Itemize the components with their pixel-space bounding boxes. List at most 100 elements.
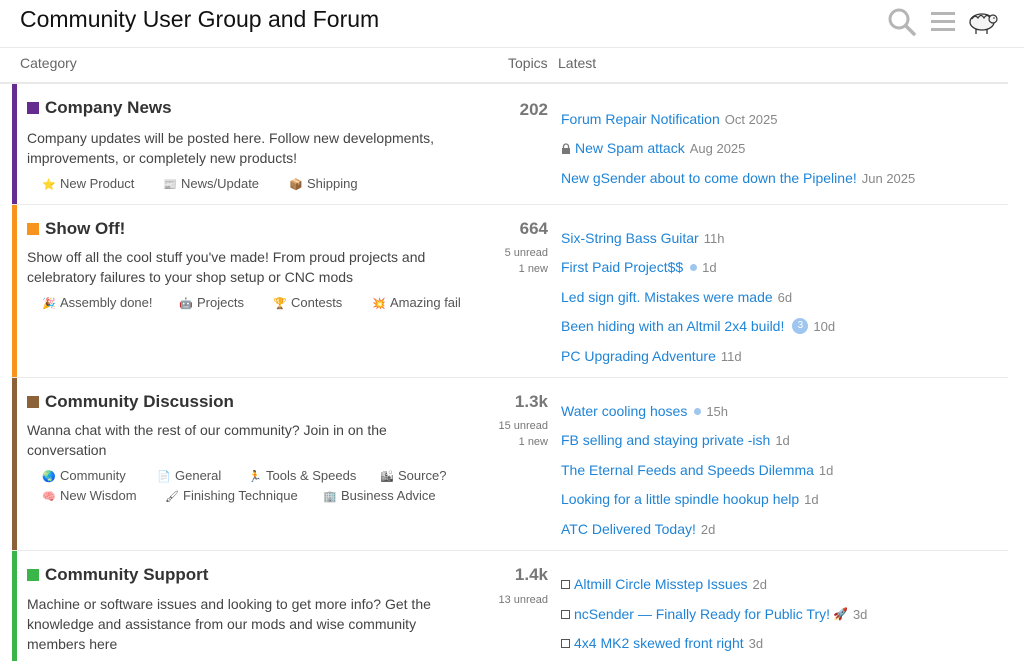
site-title[interactable]: Community User Group and Forum bbox=[20, 6, 379, 33]
unread-count[interactable]: 5 unread bbox=[12, 247, 548, 259]
latest-topic[interactable]: Been hiding with an Altmil 2x4 build! 3 … bbox=[561, 318, 835, 334]
latest-topic-title[interactable]: The Eternal Feeds and Speeds Dilemma bbox=[561, 462, 814, 478]
subcategory-link[interactable]: 🏃 Tools & Speeds bbox=[248, 468, 356, 483]
latest-topic-age: 11h bbox=[703, 230, 725, 246]
latest-topic[interactable]: New gSender about to come down the Pipel… bbox=[561, 170, 915, 186]
unread-count[interactable]: 15 unread bbox=[12, 420, 548, 432]
topic-count: 1.4k bbox=[514, 565, 548, 584]
newspaper-icon: 📰 bbox=[163, 179, 177, 191]
latest-topic[interactable]: FB selling and staying private -ish 1d bbox=[561, 432, 790, 448]
category-table-header: Category Topics Latest bbox=[0, 48, 1008, 84]
topic-count: 664 bbox=[519, 219, 548, 238]
new-count[interactable]: 1 new bbox=[12, 436, 548, 448]
latest-topic[interactable]: 4x4 MK2 skewed front right 3d bbox=[561, 635, 763, 651]
subcategory-link[interactable]: 🏙 Source? bbox=[380, 468, 446, 483]
latest-topic-title[interactable]: Looking for a little spindle hookup help bbox=[561, 491, 799, 507]
unread-count[interactable]: 13 unread bbox=[12, 594, 548, 606]
subcategory-link[interactable]: 📦 Shipping bbox=[289, 176, 358, 191]
category-row-community-support: Community Support Machine or software is… bbox=[12, 551, 1008, 661]
subcategory-link[interactable]: 🏢 Business Advice bbox=[323, 488, 436, 503]
latest-topic-age: 1d bbox=[818, 462, 834, 478]
brain-icon: 🧠 bbox=[42, 491, 56, 503]
latest-topic[interactable]: First Paid Project$$ 1d bbox=[561, 259, 717, 275]
latest-topic-age: 1d bbox=[804, 491, 819, 507]
latest-topic-title[interactable]: ATC Delivered Today! bbox=[561, 521, 696, 537]
subcategory-link[interactable]: 🤖 Projects bbox=[179, 295, 244, 310]
category-row-show-off: Show Off! Show off all the cool stuff yo… bbox=[12, 205, 1008, 378]
latest-topic[interactable]: Water cooling hoses 15h bbox=[561, 403, 728, 419]
latest-topic-title[interactable]: Six-String Bass Guitar bbox=[561, 230, 699, 246]
new-topic-dot bbox=[690, 263, 698, 271]
avatar-icon[interactable] bbox=[966, 7, 1000, 37]
site-header: Community User Group and Forum bbox=[0, 0, 1024, 48]
subcategory-link[interactable]: 📰 News/Update bbox=[163, 176, 259, 191]
latest-topic-age: Aug 2025 bbox=[689, 140, 746, 156]
checkbox-icon bbox=[561, 609, 570, 619]
latest-topic-age: Oct 2025 bbox=[724, 111, 778, 127]
latest-topic-title[interactable]: Forum Repair Notification bbox=[561, 111, 720, 127]
latest-topic-age: 1d bbox=[702, 259, 717, 275]
trophy-icon: 🏆 bbox=[273, 298, 287, 310]
latest-topic-title[interactable]: FB selling and staying private -ish bbox=[561, 432, 770, 448]
subcategory-link[interactable]: 📄 General bbox=[157, 468, 221, 483]
latest-topic-title[interactable]: Water cooling hoses bbox=[561, 403, 687, 419]
runner-icon: 🏃 bbox=[248, 471, 262, 483]
category-row-company-news: Company News Company updates will be pos… bbox=[12, 84, 1008, 205]
latest-topic-title[interactable]: First Paid Project$$ bbox=[561, 259, 683, 275]
latest-topic[interactable]: Looking for a little spindle hookup help… bbox=[561, 491, 819, 507]
latest-topic-title[interactable]: ncSender — Finally Ready for Public Try! bbox=[574, 606, 830, 622]
unread-posts-badge[interactable]: 3 bbox=[792, 318, 809, 334]
category-row-community-discussion: Community Discussion Wanna chat with the… bbox=[12, 378, 1008, 551]
latest-topic-title[interactable]: New Spam attack bbox=[575, 140, 685, 156]
hamburger-menu-icon[interactable] bbox=[928, 7, 958, 37]
column-header-category: Category bbox=[20, 55, 77, 71]
paintbrush-icon: 🖌 bbox=[165, 491, 179, 503]
globe-icon: 🌏 bbox=[42, 471, 56, 483]
latest-topic[interactable]: New Spam attack Aug 2025 bbox=[561, 140, 745, 156]
latest-topic-age: 1d bbox=[775, 432, 790, 448]
latest-topic-title[interactable]: Led sign gift. Mistakes were made bbox=[561, 289, 773, 305]
column-header-topics: Topics bbox=[508, 55, 548, 71]
building-icon: 🏙 bbox=[380, 471, 394, 483]
subcategory-link[interactable]: 🎉 Assembly done! bbox=[42, 295, 153, 310]
latest-topic[interactable]: ATC Delivered Today! 2d bbox=[561, 521, 715, 537]
subcategory-link[interactable]: 🏆 Contests bbox=[273, 295, 342, 310]
party-popper-icon: 🎉 bbox=[42, 298, 56, 310]
subcategory-link[interactable]: 🖌 Finishing Technique bbox=[165, 488, 298, 503]
latest-topic[interactable]: Forum Repair Notification Oct 2025 bbox=[561, 111, 778, 127]
latest-topic-age: 2d bbox=[752, 576, 767, 592]
rocket-icon: 🚀 bbox=[833, 607, 848, 621]
latest-topic[interactable]: ncSender — Finally Ready for Public Try!… bbox=[561, 606, 867, 622]
latest-topic-title[interactable]: Altmill Circle Misstep Issues bbox=[574, 576, 747, 592]
robot-icon: 🤖 bbox=[179, 298, 193, 310]
latest-topic[interactable]: Led sign gift. Mistakes were made 6d bbox=[561, 289, 792, 305]
subcategory-link[interactable]: 🌏 Community bbox=[42, 468, 126, 483]
new-count[interactable]: 1 new bbox=[12, 263, 548, 275]
latest-topic-age: 6d bbox=[777, 289, 793, 305]
latest-topic[interactable]: PC Upgrading Adventure 11d bbox=[561, 348, 742, 364]
latest-topic-title[interactable]: New gSender about to come down the Pipel… bbox=[561, 170, 857, 186]
latest-topic-age: Jun 2025 bbox=[861, 170, 916, 186]
latest-topic[interactable]: Altmill Circle Misstep Issues 2d bbox=[561, 576, 767, 592]
latest-topic[interactable]: Six-String Bass Guitar 11h bbox=[561, 230, 724, 246]
latest-topic-title[interactable]: PC Upgrading Adventure bbox=[561, 348, 716, 364]
explosion-icon: 💥 bbox=[372, 298, 386, 310]
new-topic-dot bbox=[694, 407, 702, 415]
office-building-icon: 🏢 bbox=[323, 491, 337, 503]
category-description: Company updates will be posted here. Fol… bbox=[27, 130, 435, 166]
subcategory-link[interactable]: ⭐ New Product bbox=[42, 176, 134, 191]
subcategory-link[interactable]: 💥 Amazing fail bbox=[372, 295, 461, 310]
latest-topic[interactable]: The Eternal Feeds and Speeds Dilemma 1d bbox=[561, 462, 833, 478]
latest-topic-title[interactable]: Been hiding with an Altmil 2x4 build! bbox=[561, 318, 784, 334]
search-icon[interactable] bbox=[887, 7, 917, 37]
latest-topic-age: 3d bbox=[748, 635, 764, 651]
latest-topic-title[interactable]: 4x4 MK2 skewed front right bbox=[574, 635, 744, 651]
package-icon: 📦 bbox=[289, 179, 303, 191]
topic-count: 202 bbox=[519, 100, 548, 119]
latest-topic-age: 3d bbox=[852, 606, 868, 622]
document-icon: 📄 bbox=[157, 471, 171, 483]
subcategory-link[interactable]: 🧠 New Wisdom bbox=[42, 488, 137, 503]
latest-topic-age: 11d bbox=[720, 348, 742, 364]
column-header-latest: Latest bbox=[558, 55, 597, 71]
lock-icon bbox=[562, 142, 570, 154]
